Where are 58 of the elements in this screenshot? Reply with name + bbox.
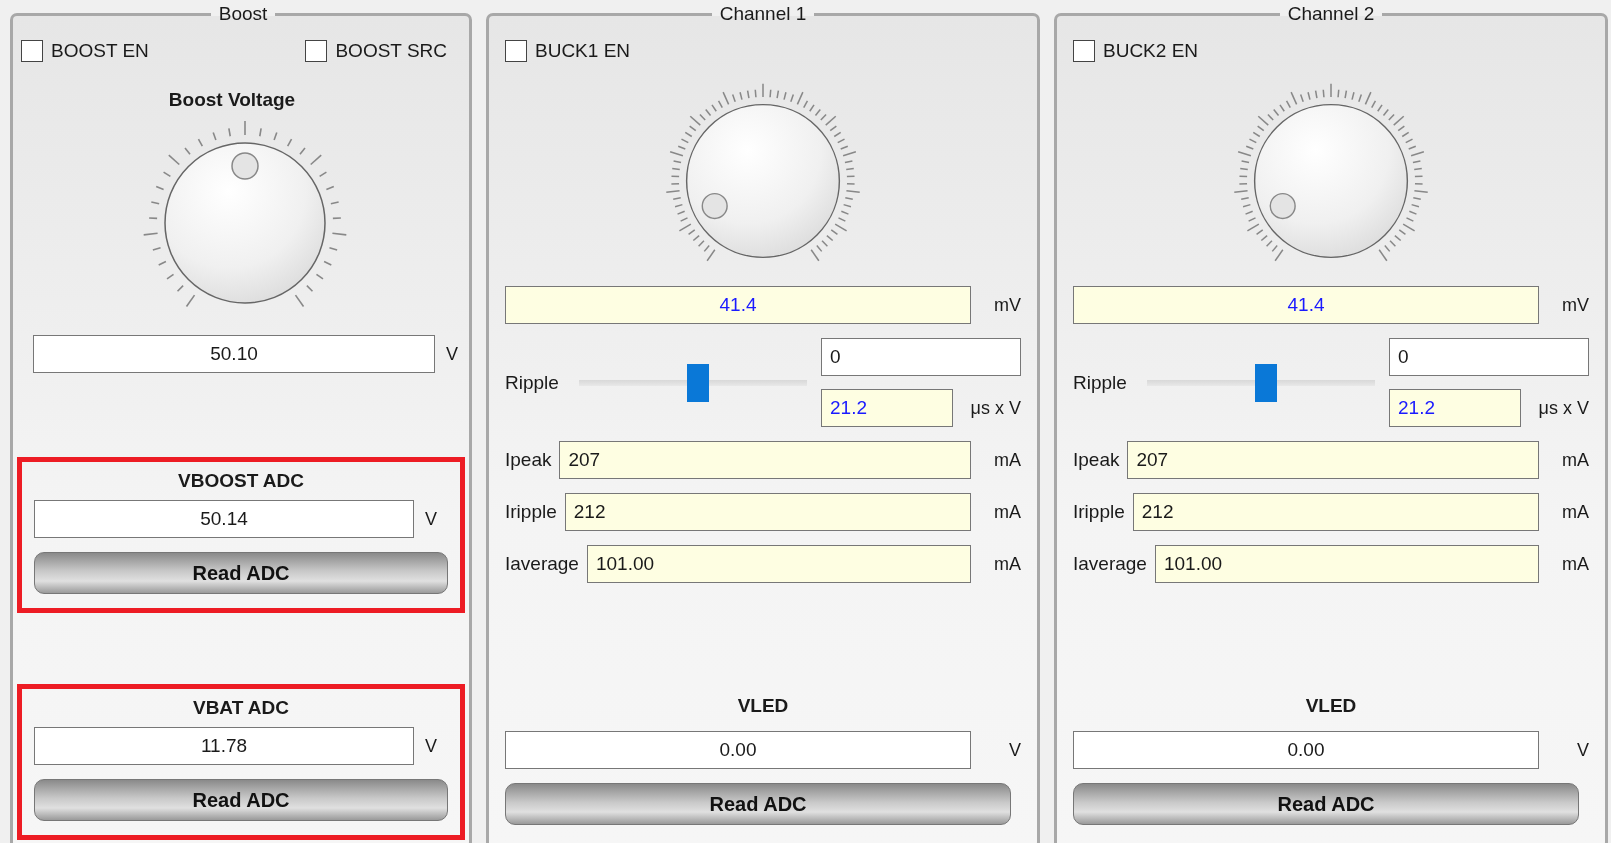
- checkbox[interactable]: BUCK2 EN: [1073, 40, 1199, 62]
- unit-label: V: [1576, 739, 1589, 761]
- unit-label: mA: [993, 449, 1021, 471]
- panel-title: Channel 2: [1286, 4, 1376, 24]
- adc-value-field[interactable]: 50.14: [34, 500, 414, 538]
- adc-title: VLED: [1304, 695, 1358, 717]
- reading-field[interactable]: 101.00: [586, 545, 971, 583]
- reading-field[interactable]: 212: [564, 493, 971, 531]
- adc-title: VLED: [736, 695, 790, 717]
- unit-label: V: [424, 735, 438, 757]
- ripple-field[interactable]: 21.2: [821, 389, 953, 427]
- reading-field[interactable]: 207: [1127, 441, 1539, 479]
- unit-label: mV: [993, 294, 1021, 316]
- unit-label: μs x V: [969, 397, 1021, 419]
- adc-title: VBOOST ADC: [177, 470, 305, 492]
- checkbox[interactable]: BUCK1 EN: [505, 40, 631, 62]
- slider-thumb[interactable]: [1254, 363, 1277, 402]
- reading-label: Iaverage: [505, 553, 579, 575]
- reading-label: Ipeak: [505, 449, 552, 471]
- unit-label: μs x V: [1537, 397, 1589, 419]
- ripple-field[interactable]: 21.2: [1389, 389, 1521, 427]
- reading-label: Iripple: [1073, 501, 1125, 523]
- ripple-label: Ripple: [505, 371, 560, 394]
- unit-label: V: [445, 343, 459, 365]
- unit-label: mA: [993, 553, 1021, 575]
- ripple-input[interactable]: 0: [1389, 338, 1589, 376]
- checkbox[interactable]: BOOST EN: [21, 40, 149, 62]
- unit-label: V: [1008, 739, 1021, 761]
- adc-value-field[interactable]: 0.00: [1073, 731, 1539, 769]
- read-adc-button[interactable]: Read ADC: [505, 783, 1011, 825]
- reading-field[interactable]: 212: [1132, 493, 1539, 531]
- panel-title: Channel 1: [718, 4, 808, 24]
- ripple-input[interactable]: 0: [821, 338, 1021, 376]
- panel-title: Boost: [217, 4, 269, 24]
- voltage-field[interactable]: 50.10: [33, 335, 435, 373]
- reading-field[interactable]: 207: [559, 441, 971, 479]
- voltage-field[interactable]: 41.4: [1073, 286, 1539, 324]
- reading-label: Iripple: [505, 501, 557, 523]
- voltage-field[interactable]: 41.4: [505, 286, 971, 324]
- read-adc-button[interactable]: Read ADC: [1073, 783, 1579, 825]
- reading-label: Ipeak: [1073, 449, 1120, 471]
- checkbox[interactable]: BOOST SRC: [305, 40, 447, 62]
- unit-label: mV: [1561, 294, 1589, 316]
- slider-thumb[interactable]: [686, 363, 709, 402]
- adc-title: VBAT ADC: [191, 697, 291, 719]
- adc-value-field[interactable]: 0.00: [505, 731, 971, 769]
- unit-label: mA: [993, 501, 1021, 523]
- read-adc-button[interactable]: Read ADC: [34, 552, 448, 594]
- adc-value-field[interactable]: 11.78: [34, 727, 414, 765]
- ripple-label: Ripple: [1073, 371, 1128, 394]
- reading-field[interactable]: 101.00: [1154, 545, 1539, 583]
- unit-label: mA: [1561, 449, 1589, 471]
- reading-label: Iaverage: [1073, 553, 1147, 575]
- unit-label: V: [424, 508, 438, 530]
- unit-label: mA: [1561, 501, 1589, 523]
- unit-label: mA: [1561, 553, 1589, 575]
- read-adc-button[interactable]: Read ADC: [34, 779, 448, 821]
- knob-label: Boost Voltage: [167, 89, 297, 111]
